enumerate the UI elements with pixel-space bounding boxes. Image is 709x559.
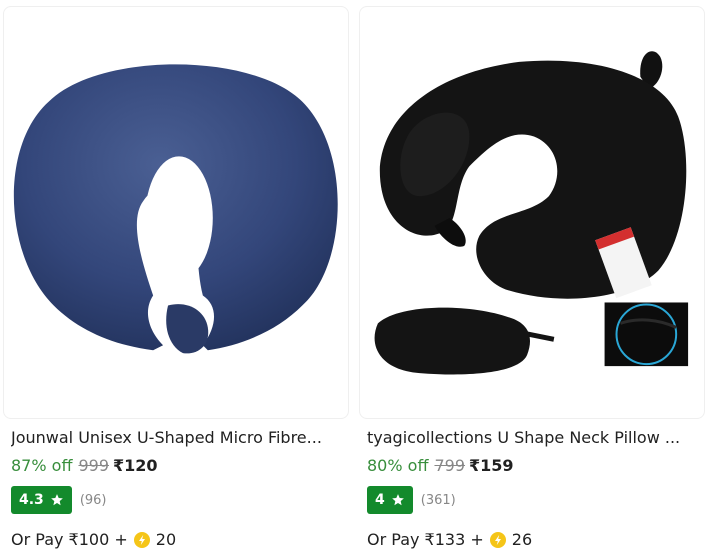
supercoin-offer: Or Pay ₹133 + 26	[367, 528, 532, 552]
rating-count: (96)	[79, 492, 107, 508]
product-card[interactable]: tyagicollections U Shape Neck Pillow ...…	[359, 0, 706, 559]
coin-count: 20	[155, 530, 177, 549]
star-icon	[391, 494, 404, 506]
discount-percent: 87% off	[11, 456, 73, 475]
rating-row: 4 (361)	[367, 486, 456, 514]
price-row: 87% off 999 ₹120	[11, 454, 158, 478]
product-image[interactable]	[359, 6, 705, 419]
rating-badge: 4.3	[11, 486, 72, 514]
original-price: 799	[434, 456, 466, 475]
rating-value: 4.3	[19, 492, 44, 508]
rating-count: (361)	[420, 492, 456, 508]
supercoin-icon	[489, 532, 506, 548]
rating-value: 4	[375, 492, 385, 508]
product-image[interactable]	[3, 6, 349, 419]
black-neck-pillow-with-eye-mask-image	[374, 51, 689, 375]
supercoin-icon	[133, 532, 150, 548]
pay-text: Or Pay ₹133 +	[367, 530, 484, 549]
star-icon	[50, 494, 63, 506]
coin-count: 26	[511, 530, 533, 549]
rating-row: 4.3 (96)	[11, 486, 107, 514]
product-card[interactable]: Jounwal Unisex U-Shaped Micro Fibre... 8…	[3, 0, 350, 559]
rating-badge: 4	[367, 486, 413, 514]
pay-text: Or Pay ₹100 +	[11, 530, 128, 549]
product-title[interactable]: Jounwal Unisex U-Shaped Micro Fibre...	[11, 427, 345, 449]
navy-neck-pillow-image	[13, 64, 338, 354]
price-row: 80% off 799 ₹159	[367, 454, 514, 478]
selling-price: ₹120	[113, 456, 158, 475]
selling-price: ₹159	[469, 456, 514, 475]
product-title[interactable]: tyagicollections U Shape Neck Pillow ...	[367, 427, 701, 449]
supercoin-offer: Or Pay ₹100 + 20	[11, 528, 176, 552]
discount-percent: 80% off	[367, 456, 429, 475]
original-price: 999	[78, 456, 110, 475]
